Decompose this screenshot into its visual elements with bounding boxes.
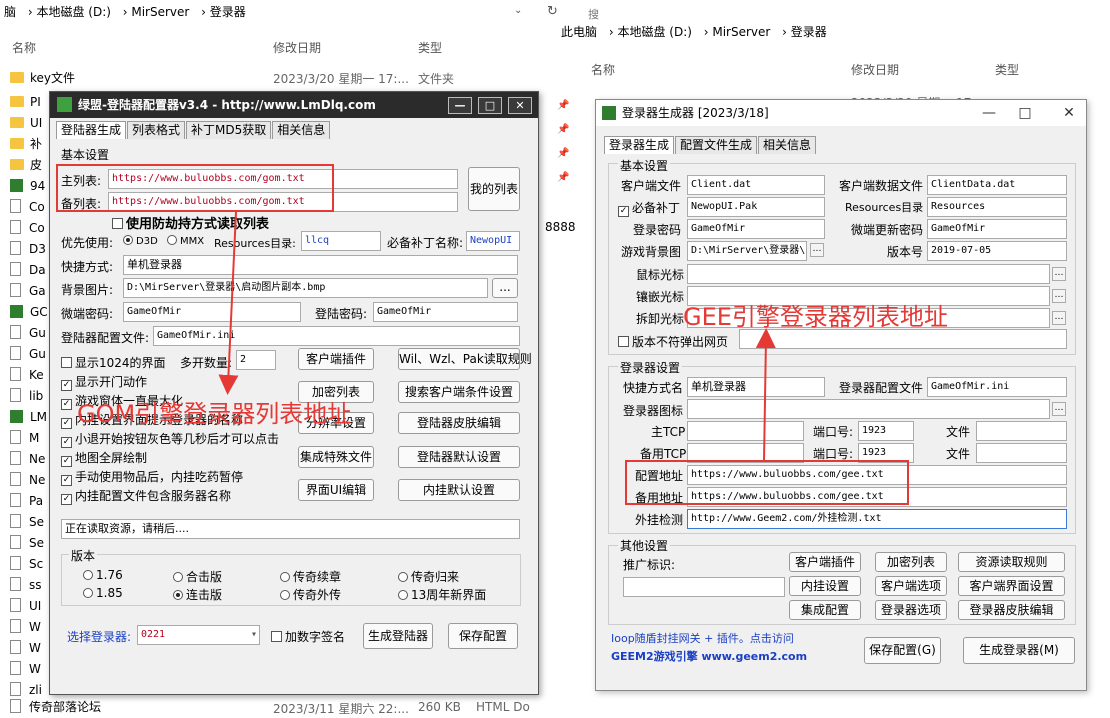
arrow-gee [755, 328, 776, 463]
annotation-gom: GOM引擎登录器列表地址 [77, 400, 352, 428]
arrow-gom [218, 211, 239, 395]
annotation-gee: GEE引擎登录器列表地址 [683, 303, 948, 331]
annotation-arrows [218, 211, 776, 463]
